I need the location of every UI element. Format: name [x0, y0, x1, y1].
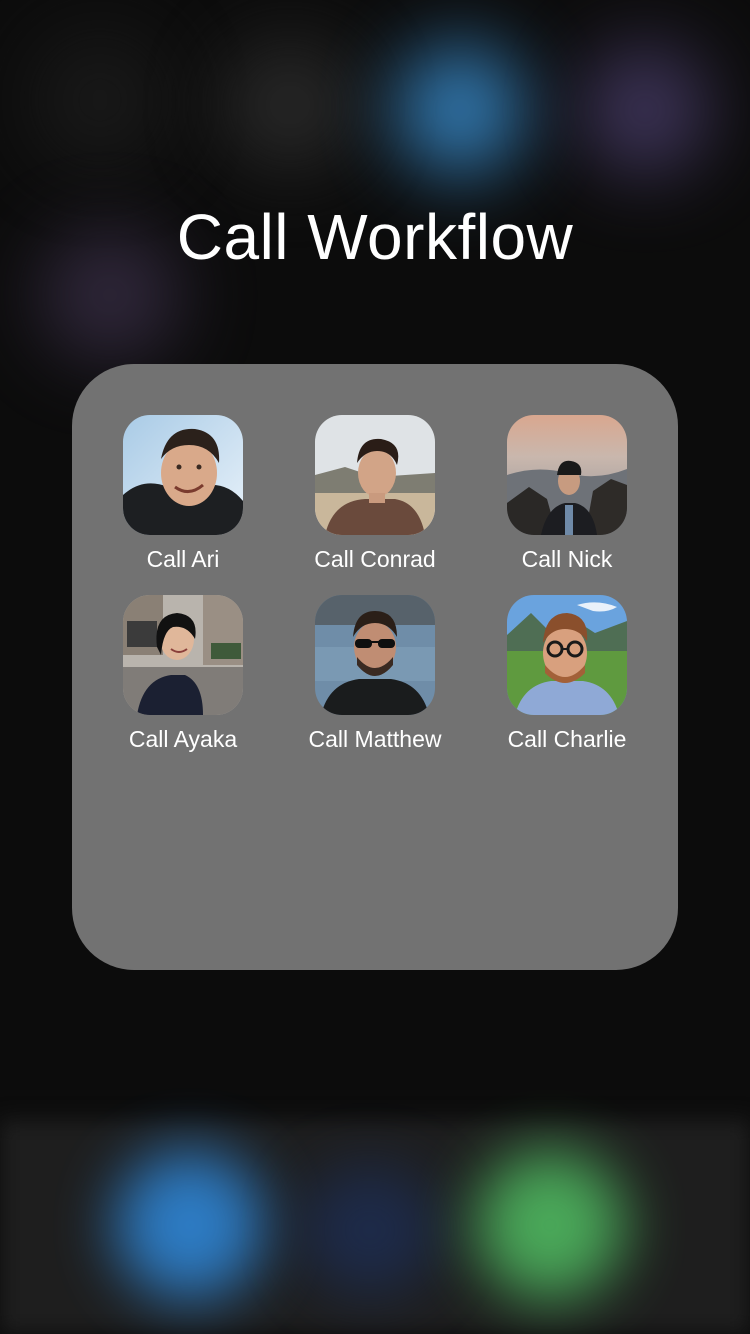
- contact-photo-matthew-icon[interactable]: [315, 595, 435, 715]
- app-call-nick[interactable]: Call Nick: [477, 415, 657, 573]
- contact-photo-ayaka-icon[interactable]: [123, 595, 243, 715]
- blurred-app-icon: [580, 45, 710, 175]
- blurred-app-icon: [395, 45, 525, 175]
- blurred-app-icon: [30, 30, 170, 170]
- app-label: Call Ari: [146, 546, 220, 572]
- app-label: Call Matthew: [308, 726, 442, 752]
- contact-photo-ari-icon[interactable]: [123, 415, 243, 535]
- app-label: Call Charlie: [507, 726, 627, 752]
- blurred-dock-app-icon: [475, 1150, 625, 1300]
- app-label: Call Conrad: [314, 546, 436, 572]
- app-call-conrad[interactable]: Call Conrad: [285, 415, 465, 573]
- folder-panel[interactable]: Call Ari Call Conrad Call Nick Call Ayak…: [72, 364, 678, 970]
- app-call-ari[interactable]: Call Ari: [93, 415, 273, 573]
- app-call-ayaka[interactable]: Call Ayaka: [93, 595, 273, 753]
- app-call-charlie[interactable]: Call Charlie: [477, 595, 657, 753]
- app-label: Call Ayaka: [128, 726, 238, 752]
- contact-photo-conrad-icon[interactable]: [315, 415, 435, 535]
- app-label: Call Nick: [521, 546, 613, 572]
- blurred-dock-app-icon: [300, 1165, 440, 1295]
- contact-photo-nick-icon[interactable]: [507, 415, 627, 535]
- folder-title[interactable]: Call Workflow: [0, 200, 750, 274]
- blurred-app-icon: [220, 40, 360, 170]
- contact-photo-charlie-icon[interactable]: [507, 595, 627, 715]
- blurred-dock-app-icon: [115, 1150, 265, 1300]
- app-call-matthew[interactable]: Call Matthew: [285, 595, 465, 753]
